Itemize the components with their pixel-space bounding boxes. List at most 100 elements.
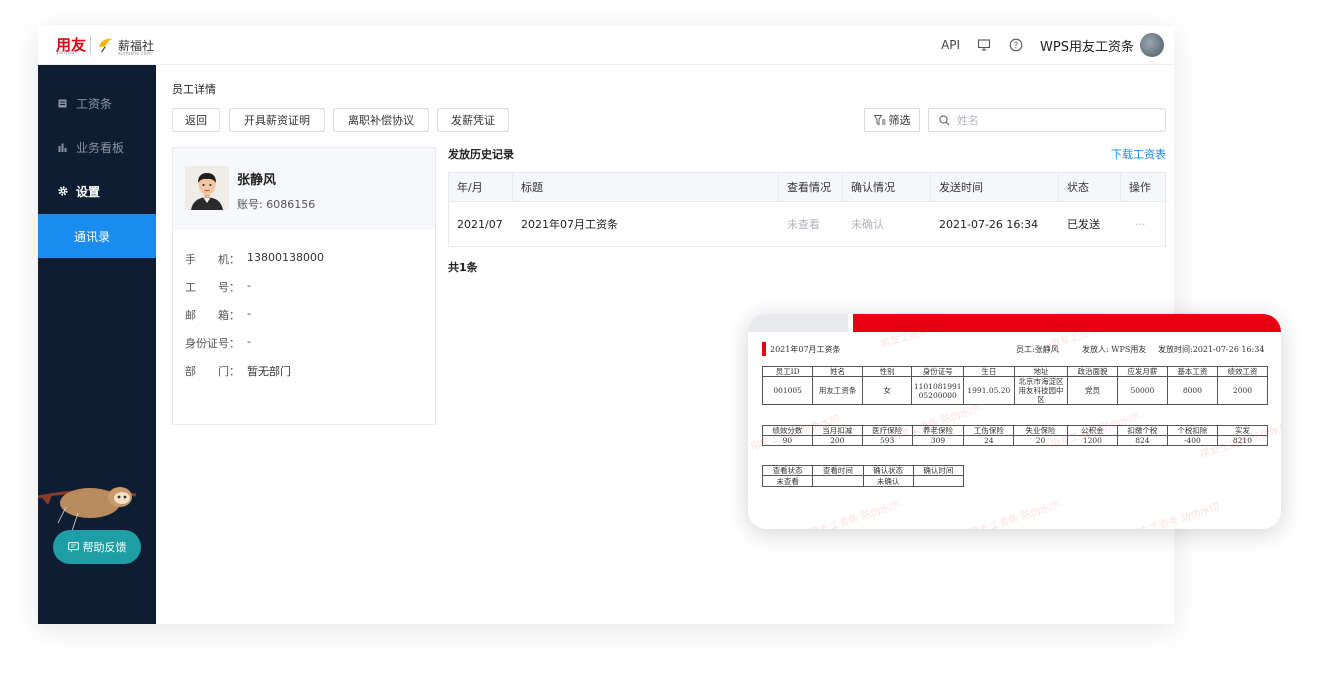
ps-header-cell: 公积金 (1066, 425, 1118, 436)
ps-header-cell: 绩效工资 (1216, 366, 1269, 377)
info-value: 13800138000 (247, 251, 324, 264)
employee-avatar (185, 166, 229, 210)
ps-header-cell: 姓名 (812, 366, 863, 377)
sidebar-item-settings[interactable]: 设置 (38, 169, 156, 213)
ps-header-cell: 实发 (1216, 425, 1269, 436)
ps-value-cell: 50000 (1116, 376, 1168, 405)
payslip-header: 2021年07月工资条 员工:张静风 发放人: WPS用友 发放时间:2021-… (762, 342, 1272, 358)
cell-status: 已发送 (1067, 218, 1100, 231)
ps-header-cell: 查看时间 (812, 465, 864, 476)
ps-value-cell: 24 (963, 435, 1015, 446)
title-marker (762, 342, 766, 356)
info-key: 手 机： (185, 253, 240, 266)
sidebar-item-payslip[interactable]: 工资条 (38, 81, 156, 125)
name-search-input[interactable] (955, 112, 1159, 128)
sidebar-item-label: 业务看板 (76, 140, 125, 155)
ps-value-cell: 593 (861, 435, 913, 446)
ps-header-cell: 员工ID (761, 366, 814, 377)
ps-header-cell: 养老保险 (911, 425, 965, 436)
api-link[interactable]: API (941, 38, 960, 52)
sloth-mascot-icon (38, 487, 137, 532)
table-row: 查看状态 查看时间 确认状态 确认时间 (761, 465, 965, 476)
help-circle-icon[interactable]: ? (1008, 37, 1024, 53)
help-feedback-button[interactable]: 帮助反馈 (53, 530, 141, 564)
table-row: 001005 用友工资条 女 110108199105200000 1991.0… (761, 376, 1269, 405)
payslip-title: 2021年07月工资条 (770, 345, 841, 354)
payslip-table-status: 查看状态 查看时间 确认状态 确认时间 未查看 未确认 (761, 465, 965, 487)
employee-name: 张静风 (237, 173, 277, 188)
sidebar-item-dashboard[interactable]: 业务看板 (38, 125, 156, 169)
payslip-table-deductions: 绩效分数 当月扣减 医疗保险 养老保险 工伤保险 失业保险 公积金 扣缴个税 个… (762, 425, 1269, 446)
brand-logo[interactable]: 用友 yonyou 薪福社 xinfushe.com (56, 34, 154, 57)
filter-button[interactable]: 筛选 (864, 108, 920, 132)
ps-value-cell (812, 475, 864, 487)
col-header-status: 状态 (1059, 173, 1121, 201)
info-key: 部 门： (185, 365, 240, 378)
watermark: 用友工资条 防伪水印 (969, 499, 1062, 529)
company-name[interactable]: WPS用友工资条 (1040, 36, 1134, 55)
table-row: 绩效分数 当月扣减 医疗保险 养老保险 工伤保险 失业保险 公积金 扣缴个税 个… (762, 425, 1269, 436)
cell-view-status: 未查看 (787, 218, 820, 231)
info-value: - (247, 307, 251, 320)
ps-value-cell: 8000 (1166, 376, 1218, 405)
ps-value-cell: 90 (762, 435, 813, 446)
payslip-icon (58, 98, 68, 108)
preview-header-strip (748, 314, 848, 332)
ps-value-cell: 北京市海淀区用友科技园中区 (1013, 376, 1069, 405)
ps-header-cell: 应发月薪 (1116, 366, 1168, 377)
watermark: 用友工资条 防伪水印 (1129, 501, 1222, 529)
user-avatar[interactable] (1140, 33, 1164, 57)
payslip-employee: 员工:张静风 (1016, 345, 1059, 354)
monitor-icon[interactable] (976, 37, 992, 53)
help-feedback-label: 帮助反馈 (82, 541, 127, 554)
download-payroll-link[interactable]: 下载工资表 (1111, 146, 1166, 162)
ps-value-cell: 200 (811, 435, 863, 446)
page-title: 员工详情 (172, 83, 216, 96)
search-icon (939, 114, 950, 126)
svg-text:?: ? (1014, 41, 1018, 50)
ps-value-cell: 1991.05.20 (962, 376, 1015, 405)
employee-account: 账号: 6086156 (237, 198, 316, 211)
back-button[interactable]: 返回 (172, 108, 220, 132)
info-value: 暂无部门 (247, 365, 291, 378)
sidebar-item-contacts[interactable]: 通讯录 (38, 214, 156, 258)
yonyou-logo-subtext: yonyou (56, 50, 75, 56)
payslip-table-basic: 员工ID 姓名 性别 身份证号 生日 地址 政治面貌 应发月薪 基本工资 绩效工… (761, 366, 1269, 405)
ps-value-cell: 1200 (1066, 435, 1118, 446)
employee-profile-card: 张静风 账号: 6086156 手 机： 13800138000 工 号： - … (172, 147, 436, 425)
ps-value-cell: 未查看 (761, 475, 814, 487)
logo-divider (90, 36, 92, 54)
chat-icon (67, 542, 79, 552)
pay-voucher-button[interactable]: 发薪凭证 (437, 108, 509, 132)
ps-header-cell: 查看状态 (761, 465, 814, 476)
history-table: 年/月 标题 查看情况 确认情况 发送时间 状态 操作 2021/07 2021… (448, 172, 1166, 247)
salary-certificate-button[interactable]: 开具薪资证明 (229, 108, 325, 132)
ps-value-cell: 女 (861, 376, 913, 405)
col-header-confirm: 确认情况 (843, 173, 931, 201)
more-actions-button[interactable]: ··· (1121, 202, 1165, 246)
ps-value-cell (912, 475, 965, 487)
ps-header-cell: 医疗保险 (861, 425, 913, 436)
info-key: 身份证号： (185, 337, 240, 350)
info-key: 邮 箱： (185, 309, 240, 322)
col-header-send-time: 发送时间 (931, 173, 1059, 201)
table-row[interactable]: 2021/07 2021年07月工资条 未查看 未确认 2021-07-26 1… (449, 201, 1165, 246)
cell-send-time: 2021-07-26 16:34 (939, 217, 1039, 231)
bar-chart-icon (58, 142, 68, 152)
top-bar: 用友 yonyou 薪福社 xinfushe.com API ? WPS用友工资… (38, 26, 1174, 65)
ps-header-cell: 身份证号 (911, 366, 964, 377)
ps-header-cell: 生日 (962, 366, 1015, 377)
search-box[interactable] (928, 108, 1166, 132)
ps-value-cell: 8210 (1216, 435, 1269, 446)
severance-agreement-button[interactable]: 离职补偿协议 (333, 108, 429, 132)
col-header-title: 标题 (513, 173, 779, 201)
ps-value-cell: 20 (1013, 435, 1068, 446)
ps-header-cell: 性别 (861, 366, 913, 377)
history-title: 发放历史记录 (448, 148, 514, 161)
ps-value-cell: 110108199105200000 (911, 376, 964, 405)
ps-header-cell: 地址 (1013, 366, 1069, 377)
ps-value-cell: 党员 (1067, 376, 1118, 405)
cell-confirm-status: 未确认 (851, 218, 884, 231)
ps-header-cell: 绩效分数 (762, 425, 813, 436)
sidebar-item-label: 设置 (76, 184, 101, 199)
